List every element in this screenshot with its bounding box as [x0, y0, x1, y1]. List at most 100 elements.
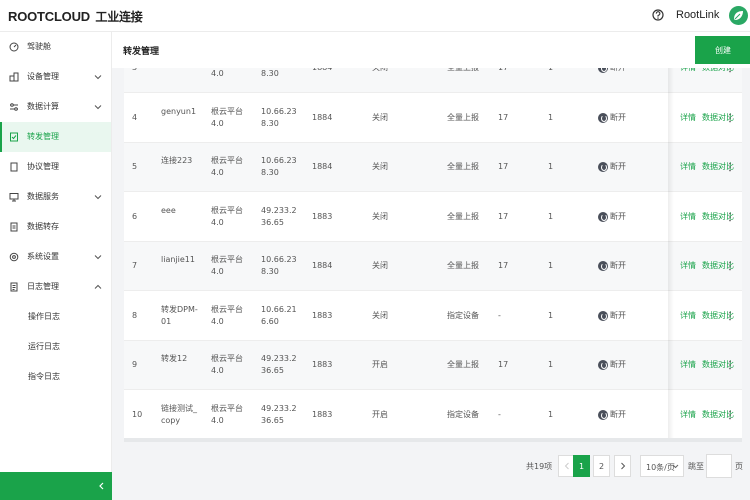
device-icon — [9, 72, 19, 82]
cell-no: 8 — [132, 310, 138, 320]
sidebar-subitem-1[interactable]: 操作日志 — [0, 302, 111, 332]
more-vertical-icon[interactable] — [728, 359, 732, 371]
cell-ip: 10.66.238.30 — [261, 255, 297, 276]
protocol-icon — [10, 162, 18, 172]
cell-count-a: 17 — [498, 68, 508, 74]
cell-state: 断开 — [610, 162, 626, 171]
cell-ip: 10.66.238.30 — [261, 106, 297, 128]
detail-link[interactable]: 详情 — [680, 161, 696, 173]
sidebar-item-label: 转发管理 — [27, 132, 59, 141]
logo-product: 工业连接 — [95, 10, 143, 24]
detail-link[interactable]: 详情 — [680, 112, 696, 124]
collapse-sidebar-button[interactable] — [0, 472, 112, 500]
disconnected-icon — [598, 112, 608, 123]
cell-mode: 全量上报 — [447, 112, 479, 122]
sidebar-item-7[interactable]: 数据转存 — [0, 212, 111, 242]
sidebar-item-8[interactable]: 系统设置 — [0, 242, 111, 272]
page-unit-label: 页 — [735, 462, 743, 471]
more-vertical-icon[interactable] — [728, 409, 732, 421]
cell-count-b: 1 — [548, 112, 554, 122]
cell-name: 链接测试_copy — [161, 403, 197, 425]
cell-no: 6 — [132, 211, 138, 221]
cell-platform: 根云平台4.0 — [211, 255, 243, 276]
cell-count-b: 1 — [548, 310, 554, 320]
cell-switch: 关闭 — [372, 162, 388, 171]
sidebar-item-2[interactable]: 设备管理 — [0, 62, 111, 92]
page-button[interactable]: 2 — [593, 455, 610, 477]
page-button[interactable]: 1 — [573, 455, 590, 477]
more-vertical-icon[interactable] — [728, 260, 732, 272]
cell-platform: 根云平台4.0 — [211, 205, 243, 227]
sidebar-subitem-2[interactable]: 运行日志 — [0, 332, 111, 362]
page-size-select[interactable]: 10条/页 — [640, 455, 684, 477]
detail-link[interactable]: 详情 — [680, 310, 696, 322]
sidebar-item-6[interactable]: 数据服务 — [0, 182, 111, 212]
help-icon[interactable] — [652, 9, 664, 21]
create-button[interactable]: 创建 — [695, 36, 750, 64]
cell-count-b: 1 — [548, 409, 554, 419]
sidebar-item-label: 日志管理 — [27, 282, 59, 291]
cell-count-b: 1 — [548, 211, 554, 221]
more-vertical-icon[interactable] — [728, 211, 732, 223]
sidebar-item-1[interactable]: 驾驶舱 — [0, 32, 111, 62]
disconnected-icon — [598, 409, 608, 420]
detail-link[interactable]: 详情 — [680, 68, 696, 74]
cell-port: 1883 — [312, 211, 333, 221]
cell-count-a: 17 — [498, 360, 509, 369]
cell-count-b: 1 — [548, 162, 554, 171]
disconnected-icon — [598, 261, 608, 271]
cell-switch: 关闭 — [372, 261, 388, 270]
table-row: 3连接333根云平台4.010.66.238.301884关闭全量上报171断开… — [124, 68, 742, 93]
detail-link[interactable]: 详情 — [680, 260, 696, 272]
cell-count-a: - — [498, 409, 501, 419]
more-vertical-icon[interactable] — [728, 161, 732, 173]
cell-mode: 指定设备 — [447, 310, 479, 320]
detail-link[interactable]: 详情 — [680, 211, 696, 223]
cell-ip: 49.233.236.65 — [261, 403, 297, 425]
cell-count-a: 17 — [498, 112, 509, 122]
disconnected-icon — [598, 68, 608, 73]
avatar[interactable] — [729, 6, 748, 25]
more-vertical-icon[interactable] — [728, 112, 732, 124]
sidebar: 驾驶舱 设备管理数据计算转发管理协议管理 数据服务 数据转存 系统设置日志管理 操作日志… — [0, 32, 112, 500]
sidebar-item-label: 数据计算 — [27, 102, 59, 111]
sliders-icon — [10, 103, 18, 111]
logo: ROOTCLOUD 工业连接 — [8, 8, 143, 25]
cell-ip: 49.233.236.65 — [261, 354, 297, 375]
jump-page-input[interactable] — [706, 454, 732, 478]
sidebar-item-5[interactable]: 协议管理 — [0, 152, 111, 182]
sidebar-item-4[interactable]: 转发管理 — [0, 122, 111, 152]
cell-name: genyun1 — [161, 106, 197, 116]
sidebar-item-9[interactable]: 日志管理 — [0, 272, 111, 302]
detail-link[interactable]: 详情 — [680, 409, 696, 421]
chevron-up-icon — [94, 284, 102, 289]
more-vertical-icon[interactable] — [728, 68, 732, 74]
cell-mode: 全量上报 — [447, 261, 479, 270]
cell-mode: 全量上报 — [447, 360, 479, 369]
sidebar-item-3[interactable]: 数据计算 — [0, 92, 111, 122]
user-name[interactable]: RootLink — [676, 9, 719, 21]
disconnected-icon — [598, 162, 608, 172]
cell-mode: 全量上报 — [447, 211, 479, 221]
table-row: 8 转发DPM-01 根云平台4.0 10.66.216.60 1883 关闭 指定设备 - 1… — [124, 292, 742, 341]
sidebar-subitem-3[interactable]: 指令日志 — [0, 362, 111, 392]
more-vertical-icon[interactable] — [728, 310, 732, 322]
content-header: 转发管理 创建 — [112, 32, 750, 68]
cell-count-b: 1 — [548, 68, 553, 74]
horizontal-scrollbar[interactable] — [124, 438, 742, 442]
cell-ip: 10.66.216.60 — [261, 304, 297, 326]
cell-state: 断开 — [610, 68, 626, 74]
table-row: 6 eee 根云平台4.0 49.233.236.65 1883 关闭 全量上报 17 1 断开 详… — [124, 193, 742, 242]
jump-label: 跳至 — [688, 462, 704, 471]
cell-count-a: 17 — [498, 261, 509, 270]
next-page-button[interactable] — [614, 455, 631, 477]
chevron-down-icon — [94, 195, 102, 200]
detail-link[interactable]: 详情 — [680, 359, 696, 371]
cell-count-a: 17 — [498, 211, 509, 221]
cell-ip: 10.66.238.30 — [261, 156, 297, 177]
cell-port: 1884 — [312, 68, 332, 74]
cell-no: 9 — [132, 360, 138, 369]
cell-mode: 全量上报 — [447, 68, 479, 74]
disconnected-icon — [598, 211, 608, 222]
cell-state: 断开 — [610, 261, 626, 270]
